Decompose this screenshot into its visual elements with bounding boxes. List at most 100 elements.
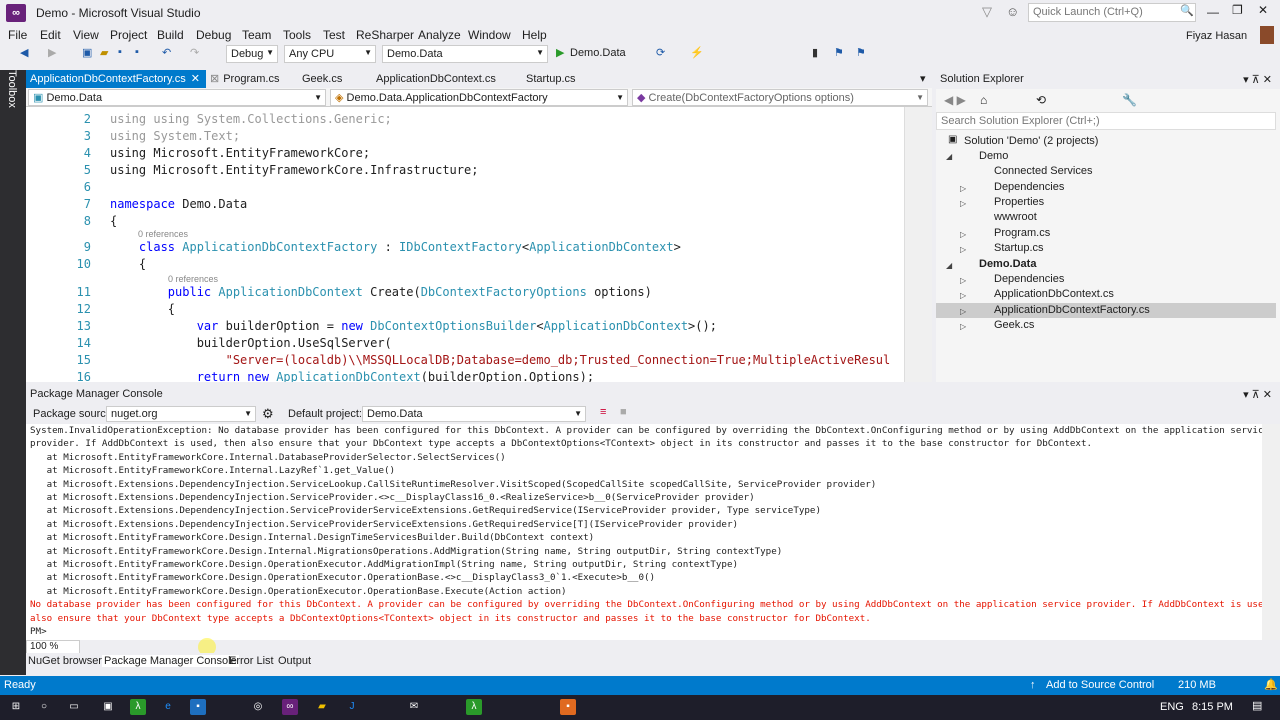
- tab-overflow-icon[interactable]: ▾: [916, 70, 930, 88]
- tree-project-demo-data[interactable]: Demo.Data: [979, 257, 1036, 272]
- toolbox-strip[interactable]: [0, 70, 26, 675]
- app-icon[interactable]: J: [344, 699, 360, 715]
- default-project-select[interactable]: Demo.Data ▼: [362, 406, 586, 422]
- tree-dependencies[interactable]: Dependencies: [994, 272, 1064, 287]
- close-icon[interactable]: ⊠: [210, 73, 219, 85]
- tab-program[interactable]: ⊠ Program.cs: [206, 70, 302, 88]
- tree-solution[interactable]: Solution 'Demo' (2 projects): [964, 134, 1098, 149]
- browser-link-icon[interactable]: ⚡: [690, 46, 704, 59]
- pin-icon[interactable]: ✕: [191, 72, 200, 86]
- home-icon[interactable]: ⌂: [980, 93, 987, 107]
- user-name[interactable]: Fiyaz Hasan: [1186, 30, 1247, 42]
- editor-scrollbar[interactable]: [904, 107, 932, 382]
- undo-icon[interactable]: ↶: [162, 46, 171, 59]
- app-icon[interactable]: λ: [466, 699, 482, 715]
- expand-arrow-icon[interactable]: ◢: [946, 152, 952, 161]
- language-indicator[interactable]: ENG: [1160, 701, 1184, 713]
- notifications-icon[interactable]: ▤: [1252, 699, 1262, 712]
- package-source-select[interactable]: nuget.org ▼: [106, 406, 256, 422]
- task-view-icon[interactable]: ▭: [66, 699, 82, 715]
- expand-arrow-icon[interactable]: ◢: [946, 261, 952, 270]
- minimize-icon[interactable]: —: [1207, 5, 1221, 19]
- bookmark-icon[interactable]: ▮: [812, 46, 818, 59]
- menu-test[interactable]: Test: [323, 28, 345, 42]
- start-icon[interactable]: ▶: [556, 46, 564, 59]
- tree-program-cs[interactable]: Program.cs: [994, 226, 1050, 241]
- filter-icon[interactable]: ▽: [982, 4, 992, 20]
- tab-geek[interactable]: Geek.cs: [298, 70, 358, 88]
- app-icon[interactable]: ▪: [560, 699, 576, 715]
- menu-debug[interactable]: Debug: [196, 28, 231, 42]
- menu-view[interactable]: View: [73, 28, 99, 42]
- code-editor[interactable]: 2 using using System.Collections.Generic;…: [26, 107, 904, 382]
- pmc-scrollbar[interactable]: [1262, 424, 1280, 640]
- menu-resharper[interactable]: ReSharper: [356, 28, 414, 42]
- clear-console-icon[interactable]: ≡: [600, 406, 606, 418]
- menu-analyze[interactable]: Analyze: [418, 28, 461, 42]
- startup-project-select[interactable]: Demo.Data ▼: [382, 45, 548, 63]
- tree-applicationdbcontextfactory-cs[interactable]: ApplicationDbContextFactory.cs: [994, 303, 1150, 318]
- back-icon[interactable]: ◀ ▶: [944, 93, 966, 107]
- tree-geek-cs[interactable]: Geek.cs: [994, 318, 1034, 333]
- forward-icon[interactable]: ▶: [48, 46, 56, 59]
- tab-applicationdbcontextfactory[interactable]: ApplicationDbContextFactory.cs ✕: [26, 70, 206, 88]
- collapse-arrow-icon[interactable]: ▷: [960, 276, 966, 285]
- app-icon[interactable]: ▪: [190, 699, 206, 715]
- solution-explorer-search[interactable]: Search Solution Explorer (Ctrl+;): [936, 112, 1276, 130]
- tree-dependencies[interactable]: Dependencies: [994, 180, 1064, 195]
- tab-applicationdbcontext[interactable]: ApplicationDbContext.cs: [372, 70, 512, 88]
- open-file-icon[interactable]: ▰: [100, 46, 108, 59]
- collapse-arrow-icon[interactable]: ▷: [960, 307, 966, 316]
- properties-icon[interactable]: 🔧: [1122, 93, 1137, 107]
- pmc-output[interactable]: System.InvalidOperationException: No dat…: [26, 424, 1262, 640]
- add-to-source-control-button[interactable]: Add to Source Control: [1046, 679, 1154, 691]
- search-icon[interactable]: ○: [36, 699, 52, 715]
- tab-error-list[interactable]: Error List: [229, 655, 274, 667]
- settings-gear-icon[interactable]: ⚙: [262, 406, 274, 422]
- prev-bookmark-icon[interactable]: ⚑: [856, 46, 866, 59]
- toolbox-tab[interactable]: Toolbox: [6, 70, 18, 108]
- close-icon[interactable]: ▾ ⊼ ✕: [1243, 388, 1272, 401]
- visual-studio-taskbar-icon[interactable]: ∞: [282, 699, 298, 715]
- close-icon[interactable]: ✕: [1258, 3, 1268, 17]
- collapse-arrow-icon[interactable]: ▷: [960, 245, 966, 254]
- collapse-arrow-icon[interactable]: ▷: [960, 184, 966, 193]
- tab-nuget-browser[interactable]: NuGet browser: [28, 655, 102, 667]
- menu-project[interactable]: Project: [110, 28, 147, 42]
- menu-file[interactable]: File: [8, 28, 27, 42]
- edge-icon[interactable]: e: [160, 699, 176, 715]
- member-nav-select[interactable]: ◆ Create(DbContextFactoryOptions options…: [632, 89, 928, 106]
- pm-prompt[interactable]: PM>: [30, 625, 47, 638]
- configuration-select[interactable]: Debug ▼: [226, 45, 278, 63]
- tree-applicationdbcontext-cs[interactable]: ApplicationDbContext.cs: [994, 287, 1114, 302]
- codelens-references[interactable]: 0 references: [168, 274, 218, 284]
- app-icon[interactable]: λ: [130, 699, 146, 715]
- sync-icon[interactable]: ⟲: [1036, 93, 1046, 107]
- notification-icon[interactable]: 🔔: [1264, 678, 1278, 691]
- collapse-arrow-icon[interactable]: ▷: [960, 322, 966, 331]
- app-icon[interactable]: ◎: [250, 699, 266, 715]
- store-icon[interactable]: ▣: [100, 699, 116, 715]
- maximize-icon[interactable]: ❐: [1232, 3, 1243, 17]
- mail-icon[interactable]: ✉: [406, 699, 422, 715]
- tree-properties[interactable]: Properties: [994, 195, 1044, 210]
- new-project-icon[interactable]: ▣: [82, 46, 92, 59]
- file-explorer-icon[interactable]: ▰: [314, 699, 330, 715]
- next-bookmark-icon[interactable]: ⚑: [834, 46, 844, 59]
- windows-start-icon[interactable]: ⊞: [8, 699, 24, 715]
- refresh-icon[interactable]: ⟳: [656, 46, 665, 59]
- close-icon[interactable]: ▾ ⊼ ✕: [1243, 73, 1272, 86]
- collapse-arrow-icon[interactable]: ▷: [960, 230, 966, 239]
- save-all-icon[interactable]: ▪: [135, 46, 139, 58]
- start-button-label[interactable]: Demo.Data: [570, 47, 626, 59]
- codelens-references[interactable]: 0 references: [138, 229, 188, 239]
- tab-package-manager-console[interactable]: Package Manager Console: [102, 655, 239, 667]
- back-icon[interactable]: ◀: [20, 46, 28, 59]
- quick-launch-input[interactable]: Quick Launch (Ctrl+Q): [1028, 3, 1196, 22]
- project-nav-select[interactable]: ▣ Demo.Data ▼: [28, 89, 326, 106]
- stop-icon[interactable]: ■: [620, 406, 627, 418]
- platform-select[interactable]: Any CPU ▼: [284, 45, 376, 63]
- menu-team[interactable]: Team: [242, 28, 271, 42]
- tab-output[interactable]: Output: [278, 655, 311, 667]
- feedback-icon[interactable]: ☺: [1006, 4, 1019, 19]
